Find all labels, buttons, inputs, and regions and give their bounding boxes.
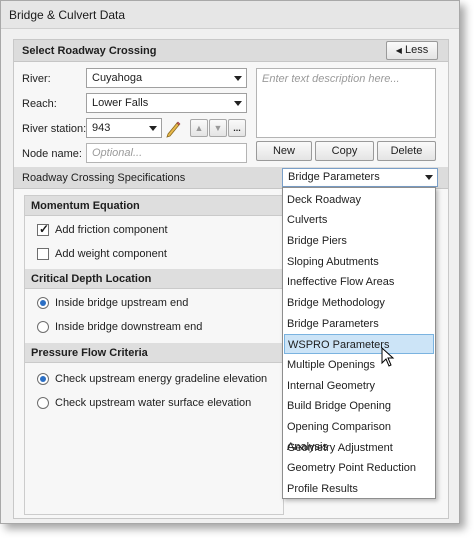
dropdown-option[interactable]: Geometry Point Reduction bbox=[284, 458, 434, 478]
pressure-flow-header: Pressure Flow Criteria bbox=[25, 343, 283, 363]
upstream-end-radio[interactable] bbox=[37, 297, 49, 309]
downstream-end-label: Inside bridge downstream end bbox=[55, 321, 203, 333]
river-label: River: bbox=[22, 73, 51, 85]
node-name-input[interactable]: Optional... bbox=[86, 143, 247, 163]
window-title: Bridge & Culvert Data bbox=[9, 8, 126, 22]
friction-label: Add friction component bbox=[55, 224, 168, 236]
dropdown-option[interactable]: Opening Comparison Analysis bbox=[284, 417, 434, 453]
node-name-label: Node name: bbox=[22, 148, 82, 160]
specifications-select[interactable]: Bridge Parameters bbox=[282, 168, 438, 187]
specifications-dropdown-list: Deck Roadway Culverts Bridge Piers Slopi… bbox=[282, 187, 436, 499]
copy-button[interactable]: Copy bbox=[315, 141, 374, 161]
weight-label: Add weight component bbox=[55, 248, 167, 260]
reach-select[interactable]: Lower Falls bbox=[86, 93, 247, 113]
chevron-down-icon bbox=[149, 126, 157, 131]
select-roadway-title: Select Roadway Crossing bbox=[22, 45, 157, 57]
less-button[interactable]: ◀ Less bbox=[386, 41, 438, 60]
energy-gradeline-radio[interactable] bbox=[37, 373, 49, 385]
critical-depth-title: Critical Depth Location bbox=[31, 273, 152, 285]
downstream-end-radio[interactable] bbox=[37, 321, 49, 333]
critical-depth-header: Critical Depth Location bbox=[25, 269, 283, 289]
dropdown-option[interactable]: Sloping Abutments bbox=[284, 252, 434, 272]
arrow-up-icon: ▲ bbox=[194, 123, 204, 133]
upstream-end-label: Inside bridge upstream end bbox=[55, 297, 189, 309]
dropdown-option[interactable]: Multiple Openings bbox=[284, 355, 434, 375]
weight-checkbox[interactable] bbox=[37, 248, 49, 260]
energy-gradeline-label: Check upstream energy gradeline elevatio… bbox=[55, 373, 268, 385]
chevron-down-icon bbox=[234, 101, 242, 106]
river-select[interactable]: Cuyahoga bbox=[86, 68, 247, 88]
new-button[interactable]: New bbox=[256, 141, 312, 161]
dropdown-option[interactable]: Internal Geometry bbox=[284, 376, 434, 396]
less-button-label: Less bbox=[404, 44, 429, 56]
river-station-value: 943 bbox=[92, 122, 111, 134]
title-bar: Bridge & Culvert Data bbox=[1, 1, 459, 29]
description-textarea[interactable]: Enter text description here... bbox=[256, 68, 436, 138]
water-surface-radio[interactable] bbox=[37, 397, 49, 409]
dropdown-option[interactable]: Geometry Adjustment bbox=[284, 438, 434, 458]
momentum-header: Momentum Equation bbox=[25, 196, 283, 216]
river-value: Cuyahoga bbox=[92, 72, 143, 84]
arrow-down-icon: ▼ bbox=[213, 123, 223, 133]
next-station-button[interactable]: ▼ bbox=[209, 119, 227, 137]
dropdown-option[interactable]: Bridge Parameters bbox=[284, 314, 434, 334]
friction-checkbox[interactable]: ✓ bbox=[37, 222, 50, 236]
mouse-pointer-icon bbox=[381, 346, 395, 370]
delete-button[interactable]: Delete bbox=[377, 141, 436, 161]
dropdown-option[interactable]: Ineffective Flow Areas bbox=[284, 272, 434, 292]
node-name-placeholder: Optional... bbox=[92, 147, 143, 159]
dropdown-option[interactable]: Deck Roadway bbox=[284, 190, 434, 210]
dropdown-option[interactable]: Bridge Methodology bbox=[284, 293, 434, 313]
specifications-value: Bridge Parameters bbox=[288, 171, 380, 183]
select-roadway-header: Select Roadway Crossing ◀ Less bbox=[14, 40, 448, 62]
river-station-label: River station: bbox=[22, 123, 87, 135]
pressure-flow-title: Pressure Flow Criteria bbox=[31, 347, 148, 359]
specifications-label: Roadway Crossing Specifications bbox=[22, 172, 186, 184]
river-station-select[interactable]: 943 bbox=[86, 118, 162, 138]
dropdown-option[interactable]: Culverts bbox=[284, 210, 434, 230]
chevron-down-icon bbox=[425, 175, 433, 180]
radio-selected-dot bbox=[40, 376, 46, 382]
water-surface-label: Check upstream water surface elevation bbox=[55, 397, 252, 409]
bridge-culvert-window: Bridge & Culvert Data Select Roadway Cro… bbox=[0, 0, 460, 524]
edit-pencil-icon[interactable] bbox=[164, 118, 182, 138]
bridge-parameters-panel: Momentum Equation ✓ Add friction compone… bbox=[24, 195, 284, 515]
dropdown-option[interactable]: Profile Results bbox=[284, 479, 434, 499]
description-placeholder: Enter text description here... bbox=[262, 73, 400, 85]
dropdown-option[interactable]: Build Bridge Opening bbox=[284, 396, 434, 416]
previous-station-button[interactable]: ▲ bbox=[190, 119, 208, 137]
reach-label: Reach: bbox=[22, 98, 57, 110]
radio-selected-dot bbox=[40, 300, 46, 306]
dropdown-option[interactable]: Bridge Piers bbox=[284, 231, 434, 251]
checkmark-icon: ✓ bbox=[39, 222, 50, 236]
station-options-button[interactable]: ... bbox=[228, 119, 246, 137]
dropdown-option-highlighted[interactable]: WSPRO Parameters bbox=[284, 334, 434, 354]
reach-value: Lower Falls bbox=[92, 97, 149, 109]
momentum-title: Momentum Equation bbox=[31, 200, 140, 212]
collapse-arrow-icon: ◀ bbox=[395, 46, 402, 55]
chevron-down-icon bbox=[234, 76, 242, 81]
specifications-header: Roadway Crossing Specifications Bridge P… bbox=[14, 167, 448, 189]
